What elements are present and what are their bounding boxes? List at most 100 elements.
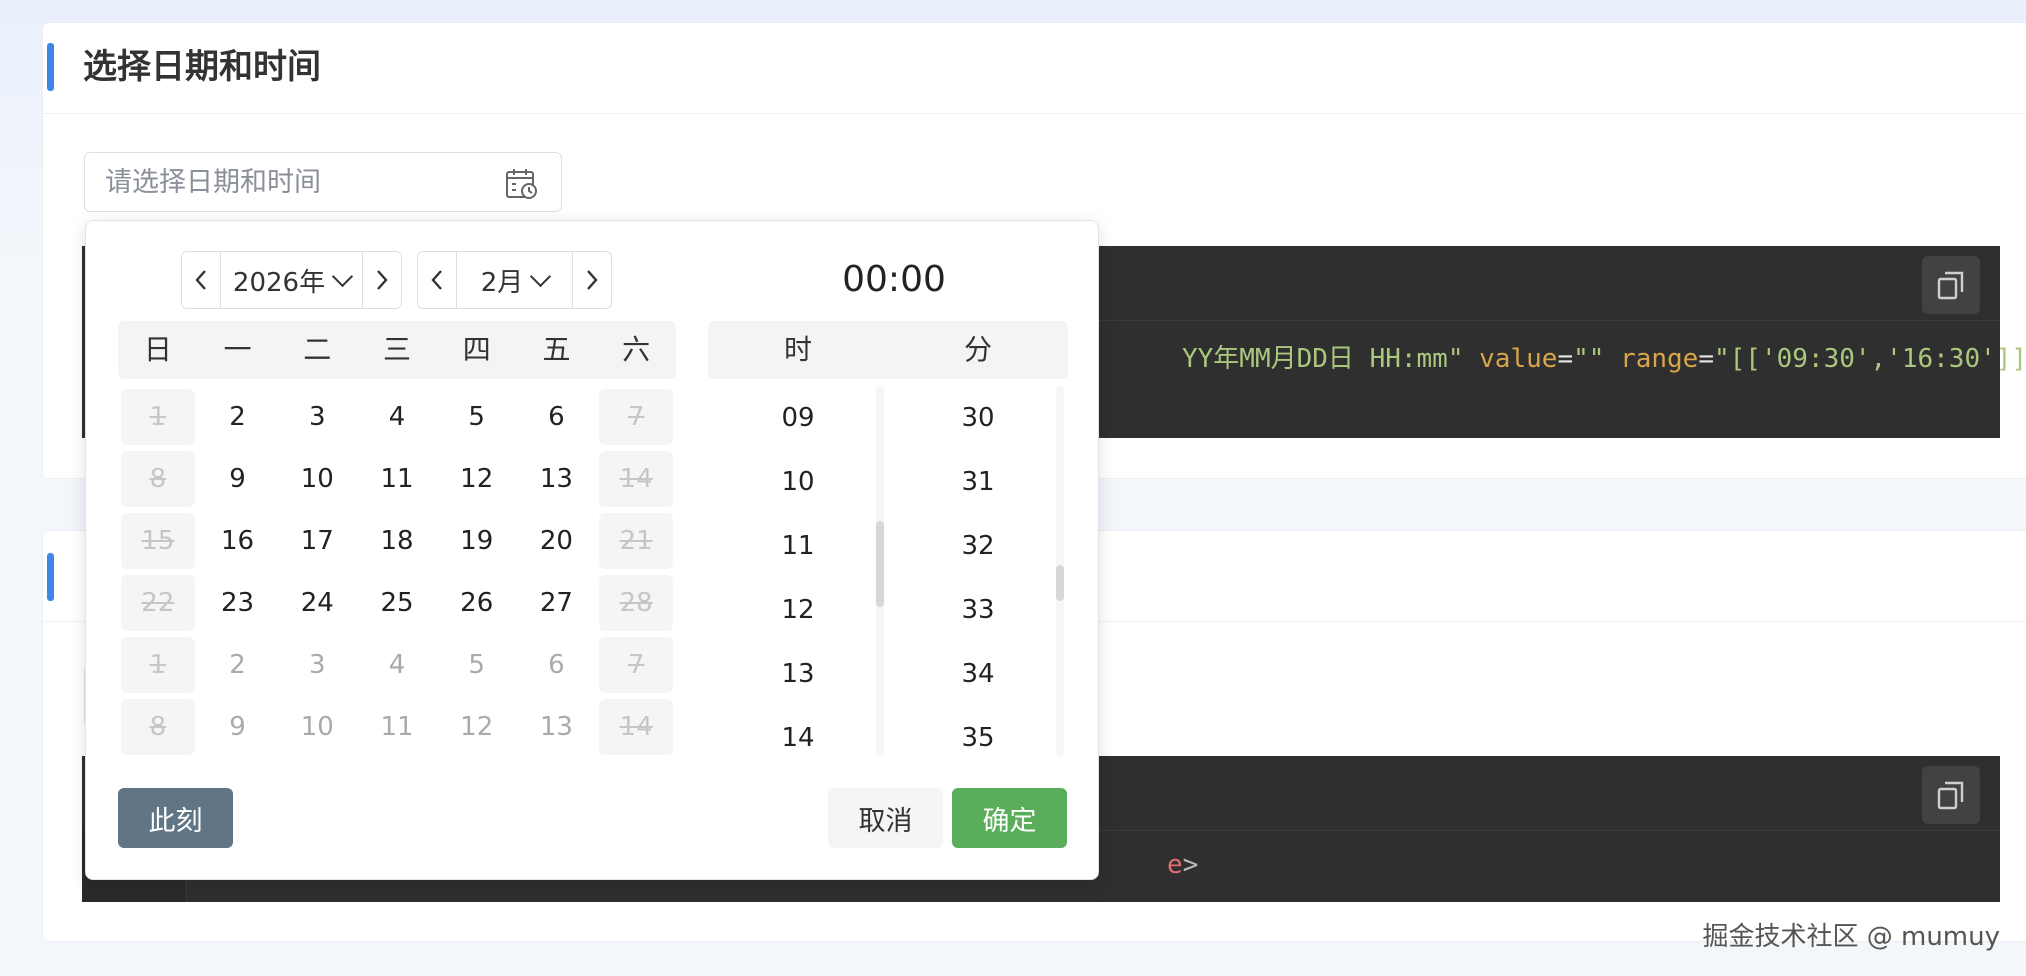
copy-button-2[interactable] [1922, 766, 1980, 824]
calendar-day-number: 9 [229, 712, 246, 742]
hour-option[interactable]: 13 [708, 642, 888, 706]
calendar-day[interactable]: 10 [277, 696, 357, 758]
code-attr-range: range [1620, 344, 1699, 374]
hour-option[interactable]: 09 [708, 386, 888, 450]
hour-option[interactable]: 10 [708, 450, 888, 514]
calendar-day-grid: 1 2 3 4 5 6 7 8 9 10 11 12 13 14 15 16 17 18 19 20 21 22 23 24 2… [118, 386, 676, 758]
calendar-day-number: 13 [539, 712, 573, 742]
calendar-day-number: 22 [141, 588, 175, 618]
next-month-button[interactable] [572, 252, 611, 308]
code-line-2: e> [1167, 850, 1198, 880]
calendar-day-number: 6 [548, 650, 565, 680]
calendar-day[interactable]: 20 [517, 510, 597, 572]
calendar-day[interactable]: 5 [437, 386, 517, 448]
calendar-day[interactable]: 26 [437, 572, 517, 634]
hour-option[interactable]: 14 [708, 706, 888, 770]
calendar-day-number: 10 [300, 712, 334, 742]
calendar-day: 28 [596, 572, 676, 634]
minute-option[interactable]: 32 [888, 514, 1068, 578]
calendar-day-number: 21 [619, 526, 653, 556]
calendar-day-number: 14 [619, 712, 653, 742]
calendar-day[interactable]: 5 [437, 634, 517, 696]
calendar-day-number: 26 [460, 588, 494, 618]
calendar-day[interactable]: 19 [437, 510, 517, 572]
watermark: 掘金技术社区 @ mumuy [1702, 922, 2000, 952]
chevron-right-icon [377, 270, 388, 290]
calendar-day: 21 [596, 510, 676, 572]
calendar-day: 8 [118, 696, 198, 758]
calendar-day[interactable]: 11 [357, 696, 437, 758]
calendar-day[interactable]: 13 [517, 448, 597, 510]
calendar-day-number: 4 [388, 402, 406, 432]
calendar-day[interactable]: 6 [517, 386, 597, 448]
datetime-picker-popup: 2026年 2月 00:00 日 一 二 三 四 五 六 1 2 3 4 5 6 7 8 9 10… [85, 220, 1099, 880]
cancel-button[interactable]: 取消 [828, 788, 943, 848]
calendar-day[interactable]: 16 [198, 510, 278, 572]
calendar-day[interactable]: 2 [198, 386, 278, 448]
chevron-down-icon [331, 265, 354, 287]
prev-month-button[interactable] [418, 252, 457, 308]
confirm-button[interactable]: 确定 [952, 788, 1067, 848]
hour-option[interactable]: 11 [708, 514, 888, 578]
weekday-label: 六 [622, 333, 651, 366]
chevron-right-icon [587, 270, 598, 290]
minute-option[interactable]: 35 [888, 706, 1068, 770]
hour-header: 时 [783, 333, 812, 366]
hour-option[interactable]: 12 [708, 578, 888, 642]
calendar-day: 7 [596, 386, 676, 448]
hour-list[interactable]: 09 10 11 12 13 14 [708, 386, 888, 756]
calendar-day[interactable]: 24 [277, 572, 357, 634]
code-format-string: YY年MM月DD日 HH:mm" [1182, 344, 1464, 374]
calendar-day[interactable]: 13 [517, 696, 597, 758]
calendar-day[interactable]: 11 [357, 448, 437, 510]
calendar-day[interactable]: 25 [357, 572, 437, 634]
calendar-day[interactable]: 17 [277, 510, 357, 572]
calendar-day[interactable]: 3 [277, 386, 357, 448]
calendar-day-number: 9 [229, 464, 246, 494]
calendar-day-number: 14 [619, 464, 653, 494]
month-selector: 2月 [417, 251, 612, 309]
calendar-day: 14 [596, 448, 676, 510]
calendar-day-number: 12 [460, 464, 494, 494]
calendar-day-number: 20 [539, 526, 573, 556]
now-button[interactable]: 此刻 [118, 788, 233, 848]
year-label: 2026年 [232, 267, 326, 298]
calendar-day-number: 6 [548, 402, 565, 432]
calendar-day[interactable]: 9 [198, 696, 278, 758]
calendar-day-number: 25 [380, 588, 414, 618]
month-dropdown[interactable]: 2月 [457, 252, 572, 308]
calendar-day-number: 8 [149, 464, 167, 494]
calendar-day[interactable]: 9 [198, 448, 278, 510]
calendar-day[interactable]: 18 [357, 510, 437, 572]
minute-option[interactable]: 34 [888, 642, 1068, 706]
year-dropdown[interactable]: 2026年 [221, 252, 362, 308]
calendar-day-number: 1 [149, 402, 167, 432]
minute-scrollbar[interactable] [1056, 565, 1064, 601]
copy-button[interactable] [1922, 256, 1980, 314]
calendar-day[interactable]: 10 [277, 448, 357, 510]
calendar-day[interactable]: 6 [517, 634, 597, 696]
calendar-day[interactable]: 4 [357, 634, 437, 696]
minute-option[interactable]: 33 [888, 578, 1068, 642]
calendar-day[interactable]: 12 [437, 696, 517, 758]
calendar-clock-icon[interactable] [505, 167, 539, 201]
prev-year-button[interactable] [182, 252, 221, 308]
calendar-day[interactable]: 3 [277, 634, 357, 696]
calendar-day-number: 18 [380, 526, 414, 556]
calendar-day[interactable]: 4 [357, 386, 437, 448]
calendar-day[interactable]: 2 [198, 634, 278, 696]
weekday-label: 一 [223, 333, 252, 366]
calendar-day[interactable]: 23 [198, 572, 278, 634]
calendar-day: 14 [596, 696, 676, 758]
minute-option[interactable]: 31 [888, 450, 1068, 514]
calendar-day[interactable]: 27 [517, 572, 597, 634]
calendar-day[interactable]: 12 [437, 448, 517, 510]
hour-scrollbar[interactable] [876, 521, 884, 607]
minute-option[interactable]: 30 [888, 386, 1068, 450]
calendar-day-number: 3 [309, 650, 326, 680]
calendar-day: 1 [118, 386, 198, 448]
code-tag-close: > [1182, 850, 1199, 880]
datetime-input[interactable]: 请选择日期和时间 [84, 152, 562, 212]
minute-list[interactable]: 30 31 32 33 34 35 [888, 386, 1068, 756]
next-year-button[interactable] [362, 252, 401, 308]
